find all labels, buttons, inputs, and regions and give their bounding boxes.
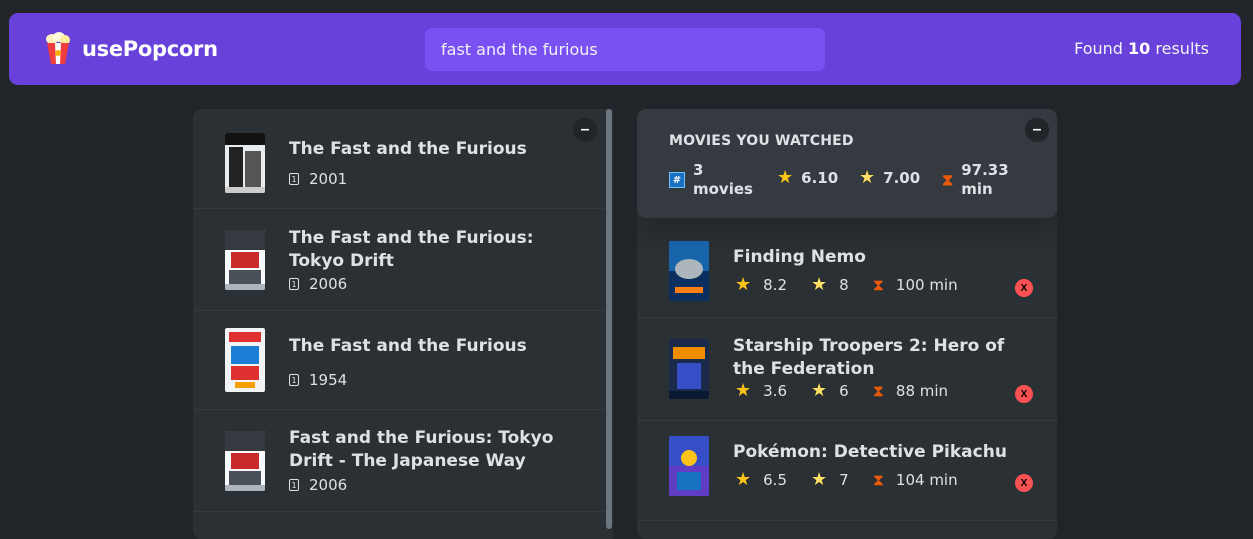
- movie-title: Fast and the Furious: Tokyo Drift - The …: [289, 428, 554, 471]
- logo: usePopcorn: [44, 32, 218, 66]
- movie-poster: [225, 230, 265, 290]
- movie-poster: [669, 339, 709, 399]
- star-icon: ★: [777, 167, 794, 188]
- summary-runtime: ⧗ 97.33 min: [942, 161, 1011, 199]
- year-value: 1954: [309, 371, 348, 389]
- hourglass-icon: ⧗: [872, 275, 884, 294]
- collapse-watched-button[interactable]: –: [1025, 118, 1049, 142]
- runtime: 100 min: [895, 276, 958, 294]
- movie-title: The Fast and the Furious: [289, 336, 527, 356]
- search-results-box: – The Fast and the Furious 1 2001 The Fa…: [193, 109, 613, 539]
- scrollbar-thumb[interactable]: [606, 109, 612, 529]
- summary-title: MOVIES YOU WATCHED: [669, 133, 854, 149]
- avg-imdb-value: 6.10: [801, 169, 839, 187]
- movie-title: The Fast and the Furious: Tokyo Drift: [289, 228, 534, 271]
- runtime: 104 min: [895, 471, 958, 489]
- user-rating: 8: [839, 276, 849, 294]
- movie-year: 1 2006: [289, 275, 347, 293]
- star-icon: ★: [735, 469, 752, 490]
- calendar-icon: 1: [289, 278, 299, 290]
- star-icon: ★: [735, 380, 752, 401]
- year-value: 2006: [309, 476, 348, 494]
- runtime: 88 min: [895, 382, 949, 400]
- hourglass-icon: ⧗: [872, 381, 884, 400]
- summary-count: # 3 movies: [669, 161, 753, 199]
- movie-year: 1 1954: [289, 371, 347, 389]
- hourglass-icon: ⧗: [872, 470, 884, 489]
- results-suffix: results: [1155, 39, 1209, 58]
- imdb-rating: 3.6: [763, 382, 787, 400]
- results-number: 10: [1128, 39, 1151, 58]
- popcorn-icon: [46, 32, 70, 64]
- movie-poster: [669, 436, 709, 496]
- summary-imdb: ★ 6.10: [777, 167, 839, 188]
- movie-title: Pokémon: Detective Pikachu: [733, 442, 1007, 462]
- imdb-rating: 6.5: [763, 471, 787, 489]
- list-item[interactable]: The Fast and the Furious: Tokyo Drift 1 …: [193, 209, 605, 311]
- user-rating: 6: [839, 382, 849, 400]
- results-count: Found 10 results: [1074, 39, 1209, 58]
- delete-button[interactable]: X: [1015, 279, 1033, 297]
- star-icon: ★: [735, 274, 752, 295]
- movie-stats: ★ 6.5 ★ 7 ⧗ 104 min: [735, 469, 982, 490]
- list-item: Starship Troopers 2: Hero of the Federat…: [637, 318, 1057, 421]
- watched-summary: MOVIES YOU WATCHED # 3 movies ★ 6.10 ★ 7…: [637, 109, 1057, 218]
- calendar-icon: 1: [289, 479, 299, 491]
- summary-user: ★ 7.00: [859, 167, 921, 188]
- list-item[interactable]: Fast and the Furious: Tokyo Drift - The …: [193, 410, 605, 512]
- imdb-rating: 8.2: [763, 276, 787, 294]
- calendar-icon: 1: [289, 173, 299, 185]
- results-scrollbar[interactable]: [605, 109, 613, 539]
- movie-year: 1 2001: [289, 170, 347, 188]
- movie-stats: ★ 8.2 ★ 8 ⧗ 100 min: [735, 274, 982, 295]
- movie-poster: [669, 241, 709, 301]
- user-rating: 7: [839, 471, 849, 489]
- results-prefix: Found: [1074, 39, 1123, 58]
- movie-year: 1 2006: [289, 476, 347, 494]
- search-input[interactable]: [425, 28, 825, 71]
- year-value: 2006: [309, 275, 348, 293]
- count-value: 3 movies: [693, 161, 753, 198]
- nav-bar: usePopcorn Found 10 results: [9, 13, 1241, 85]
- list-item[interactable]: The Fast and the Furious 1 1954: [193, 311, 605, 410]
- delete-button[interactable]: X: [1015, 385, 1033, 403]
- glowing-star-icon: ★: [811, 469, 828, 490]
- avg-runtime-value: 97.33 min: [961, 161, 1009, 198]
- movie-title: Starship Troopers 2: Hero of the Federat…: [733, 336, 1005, 379]
- movie-stats: ★ 3.6 ★ 6 ⧗ 88 min: [735, 380, 972, 401]
- list-item[interactable]: The Fast and the Furious 1 2001: [193, 109, 605, 209]
- movie-poster: [225, 133, 265, 193]
- glowing-star-icon: ★: [859, 167, 876, 188]
- avg-user-value: 7.00: [883, 169, 921, 187]
- glowing-star-icon: ★: [811, 274, 828, 295]
- hourglass-icon: ⧗: [942, 170, 954, 189]
- delete-button[interactable]: X: [1015, 474, 1033, 492]
- movie-title: The Fast and the Furious: [289, 139, 527, 159]
- logo-text: usePopcorn: [82, 37, 218, 61]
- list-item: Finding Nemo ★ 8.2 ★ 8 ⧗ 100 min X: [637, 218, 1057, 318]
- watched-box: MOVIES YOU WATCHED # 3 movies ★ 6.10 ★ 7…: [637, 109, 1057, 539]
- movie-poster: [225, 431, 265, 491]
- calendar-icon: 1: [289, 374, 299, 386]
- list-item: Pokémon: Detective Pikachu ★ 6.5 ★ 7 ⧗ 1…: [637, 421, 1057, 521]
- hash-icon: #: [669, 172, 685, 188]
- movie-title: Finding Nemo: [733, 247, 866, 267]
- movie-poster: [225, 328, 265, 392]
- collapse-results-button[interactable]: –: [573, 118, 597, 142]
- year-value: 2001: [309, 170, 348, 188]
- glowing-star-icon: ★: [811, 380, 828, 401]
